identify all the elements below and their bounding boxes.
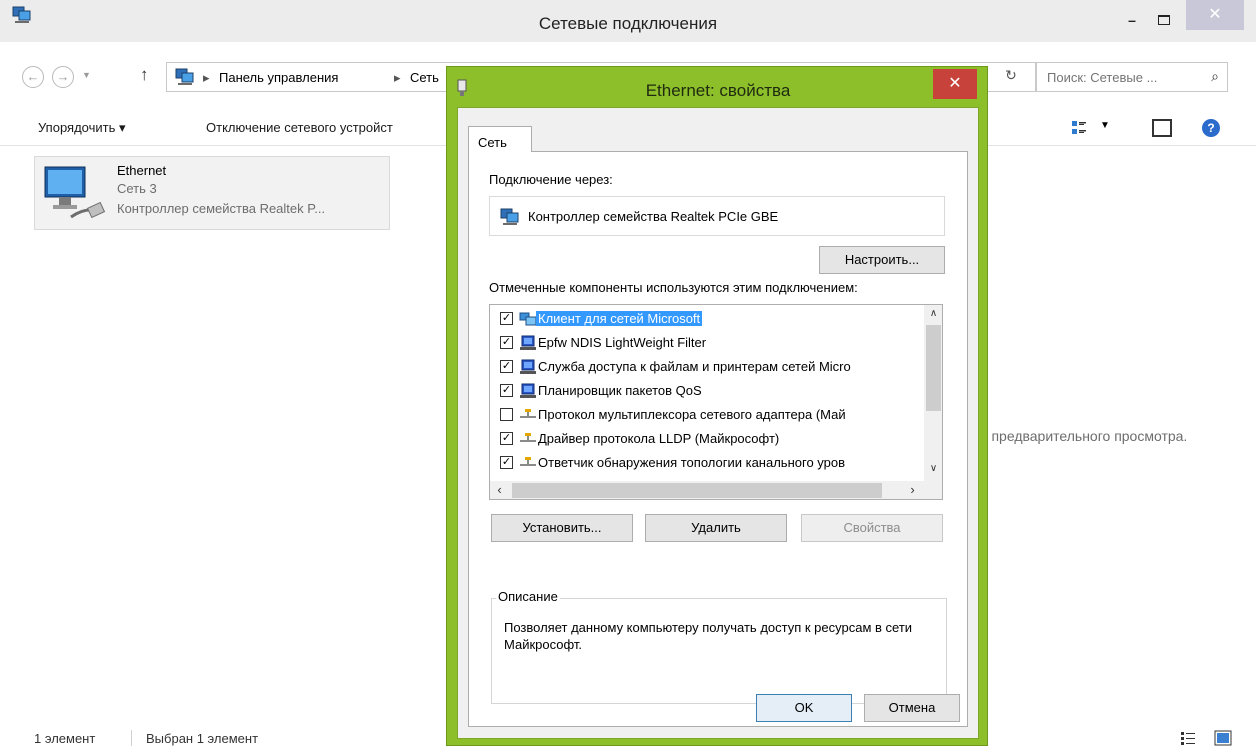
horizontal-scroll-thumb[interactable] — [512, 483, 882, 498]
protocol-icon — [519, 407, 537, 423]
protocol-icon — [519, 455, 537, 471]
item-count: 1 элемент — [34, 731, 96, 746]
connection-network: Сеть 3 — [117, 181, 157, 196]
dialog-close-button[interactable]: ✕ — [933, 69, 977, 99]
search-icon[interactable]: ⌕ — [1211, 68, 1219, 85]
components-label: Отмеченные компоненты используются этим … — [489, 280, 858, 295]
organize-menu[interactable]: Упорядочить ▾ — [38, 120, 126, 136]
refresh-icon: ↻ — [1005, 67, 1017, 83]
dialog-body: Сеть Подключение через: Контроллер семей… — [457, 107, 979, 739]
component-checkbox[interactable]: ✓ — [500, 336, 513, 349]
vertical-scroll-thumb[interactable] — [926, 325, 941, 411]
network-service-icon — [519, 359, 537, 375]
scroll-left-icon[interactable]: ‹ — [490, 482, 509, 497]
ok-button[interactable]: OK — [756, 694, 852, 722]
search-box[interactable]: ⌕ — [1036, 62, 1228, 92]
adapter-name: Контроллер семейства Realtek PCIe GBE — [528, 209, 779, 224]
component-checkbox[interactable]: ✓ — [500, 432, 513, 445]
description-text: Позволяет данному компьютеру получать до… — [504, 620, 913, 652]
breadcrumb-control-panel[interactable]: Панель управления — [219, 70, 338, 85]
forward-arrow-icon: → — [56, 69, 70, 84]
explorer-title-bar: Сетевые подключения – ✕ — [0, 0, 1256, 42]
scroll-corner — [924, 481, 942, 499]
network-service-icon — [519, 383, 537, 399]
component-checkbox[interactable]: ✓ — [500, 360, 513, 373]
component-label: Клиент для сетей Microsoft — [536, 311, 703, 326]
large-icons-view-icon[interactable] — [1214, 730, 1232, 746]
ethernet-properties-dialog: Ethernet: свойства ✕ Сеть Подключение че… — [446, 66, 988, 746]
component-row[interactable]: Протокол мультиплексора сетевого адаптер… — [490, 403, 924, 427]
forward-button[interactable]: → — [52, 66, 74, 88]
control-panel-icon — [175, 68, 194, 85]
change-view-icon[interactable] — [1072, 121, 1086, 135]
protocol-icon — [519, 431, 537, 447]
vertical-scrollbar[interactable]: ∧ ∨ — [924, 305, 942, 481]
tab-network[interactable]: Сеть — [468, 126, 532, 152]
component-row[interactable]: ✓ Epfw NDIS LightWeight Filter — [490, 331, 924, 355]
description-group: Описание Позволяет данному компьютеру по… — [491, 589, 947, 704]
search-input[interactable] — [1045, 69, 1195, 86]
configure-button[interactable]: Настроить... — [819, 246, 945, 274]
component-row[interactable]: ✓ Драйвер протокола LLDP (Майкрософт) — [490, 427, 924, 451]
adapter-display: Контроллер семейства Realtek PCIe GBE — [489, 196, 945, 236]
preview-pane-hint: я предварительного просмотра. — [980, 428, 1188, 444]
horizontal-scrollbar[interactable]: ‹ › — [490, 481, 924, 499]
connection-adapter: Контроллер семейства Realtek P... — [117, 201, 326, 216]
component-label: Драйвер протокола LLDP (Майкрософт) — [538, 431, 780, 446]
refresh-button[interactable]: ↻ — [999, 67, 1023, 87]
dialog-title: Ethernet: свойства — [645, 81, 791, 100]
scroll-up-icon[interactable]: ∧ — [924, 308, 942, 319]
component-checkbox[interactable]: ✓ — [500, 456, 513, 469]
selection-count: Выбран 1 элемент — [146, 731, 259, 746]
component-checkbox[interactable] — [500, 408, 513, 421]
component-label: Протокол мультиплексора сетевого адаптер… — [538, 407, 846, 422]
network-client-icon — [519, 311, 537, 327]
component-label: Epfw NDIS LightWeight Filter — [538, 335, 707, 350]
component-checkbox[interactable]: ✓ — [500, 384, 513, 397]
maximize-button[interactable] — [1150, 6, 1178, 34]
recent-locations-chevron-icon[interactable]: ▼ — [82, 70, 91, 80]
breadcrumb-network[interactable]: Сеть — [410, 70, 439, 85]
status-separator — [131, 730, 132, 746]
details-view-icon[interactable] — [1180, 730, 1196, 746]
component-label: Планировщик пакетов QoS — [538, 383, 702, 398]
ethernet-connection-item[interactable]: Ethernet Сеть 3 Контроллер семейства Rea… — [34, 156, 390, 230]
minimize-button[interactable]: – — [1118, 6, 1146, 34]
component-label: Служба доступа к файлам и принтерам сете… — [538, 359, 851, 374]
scroll-right-icon[interactable]: › — [903, 482, 922, 497]
preview-pane-button[interactable] — [1152, 119, 1172, 137]
component-row[interactable]: ✓ Служба доступа к файлам и принтерам сет… — [490, 355, 924, 379]
breadcrumb-separator-icon: ▸ — [203, 70, 210, 85]
disable-device-button[interactable]: Отключение сетевого устройст — [206, 120, 393, 135]
network-card-icon — [500, 208, 519, 225]
help-icon[interactable]: ? — [1202, 119, 1220, 137]
breadcrumb-separator-icon: ▸ — [394, 70, 401, 85]
install-button[interactable]: Установить... — [491, 514, 633, 542]
network-service-icon — [519, 335, 537, 351]
back-button[interactable]: ← — [22, 66, 44, 88]
view-options-chevron-icon[interactable]: ▼ — [1100, 120, 1110, 131]
component-properties-button[interactable]: Свойства — [801, 514, 943, 542]
components-list[interactable]: ✓ Клиент для сетей Microsoft ✓ Epfw NDIS Li… — [489, 304, 943, 500]
ethernet-adapter-icon — [44, 166, 106, 219]
up-arrow-button[interactable]: ↑ — [140, 65, 149, 85]
component-row[interactable]: ✓ Клиент для сетей Microsoft — [490, 307, 924, 331]
back-arrow-icon: ← — [26, 69, 40, 84]
component-row[interactable]: ✓ Планировщик пакетов QoS — [490, 379, 924, 403]
connection-name: Ethernet — [117, 163, 167, 178]
component-label: Ответчик обнаружения топологии канальног… — [538, 455, 846, 470]
explorer-title: Сетевые подключения — [538, 14, 718, 33]
connect-using-label: Подключение через: — [489, 172, 613, 187]
explorer-close-button[interactable]: ✕ — [1186, 0, 1244, 30]
scroll-down-icon[interactable]: ∨ — [924, 463, 942, 474]
maximize-icon — [1158, 15, 1170, 25]
description-legend: Описание — [496, 589, 560, 604]
component-checkbox[interactable]: ✓ — [500, 312, 513, 325]
uninstall-button[interactable]: Удалить — [645, 514, 787, 542]
cancel-button[interactable]: Отмена — [864, 694, 960, 722]
network-tab-panel: Подключение через: Контроллер семейства … — [468, 151, 968, 727]
component-row[interactable]: ✓ Ответчик обнаружения топологии канально… — [490, 451, 924, 475]
